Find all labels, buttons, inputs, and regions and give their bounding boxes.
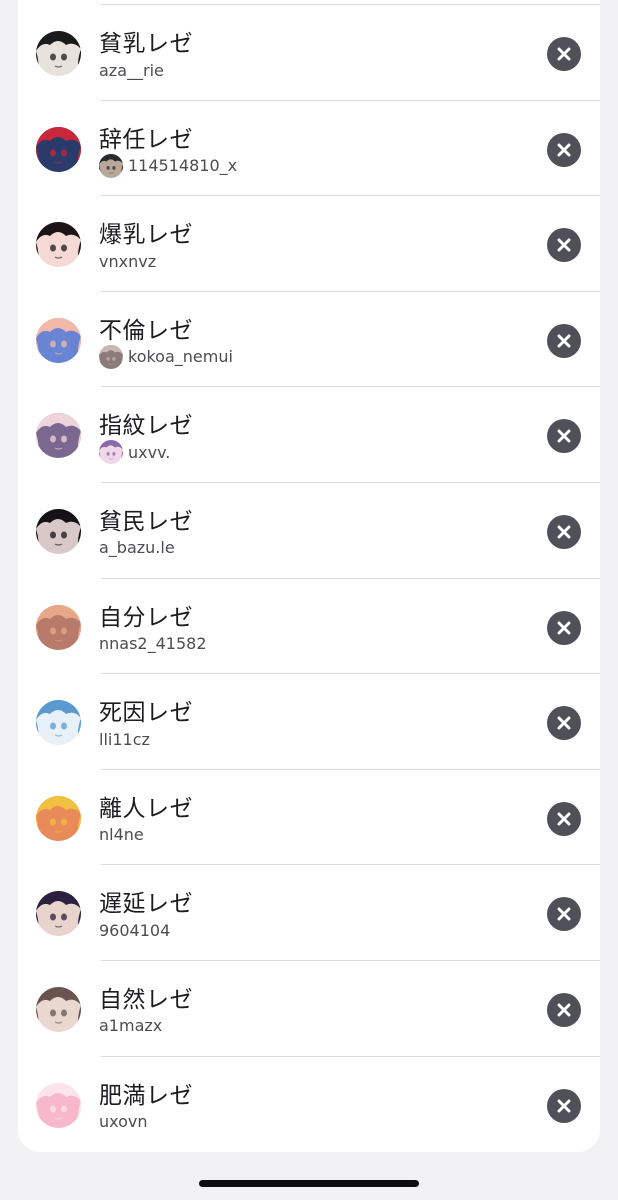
list-item[interactable]: 離人レゼ nl4ne <box>18 770 600 866</box>
display-name: 不倫レゼ <box>99 317 193 344</box>
home-indicator[interactable] <box>199 1180 419 1187</box>
display-name: 貧乳レゼ <box>99 31 193 57</box>
remove-button[interactable] <box>547 132 581 167</box>
username-line: vnxnvz <box>99 250 156 272</box>
remove-button[interactable] <box>547 514 581 549</box>
display-name: 遅延レゼ <box>99 891 193 918</box>
display-name: 指紋レゼ <box>99 413 193 440</box>
username: uxvv. <box>128 442 171 462</box>
remove-button[interactable] <box>547 897 581 932</box>
close-icon <box>557 429 571 443</box>
remove-button[interactable] <box>547 37 581 71</box>
username-line: uxovn <box>99 1111 148 1133</box>
username: kokoa_nemui <box>128 347 233 367</box>
remove-button[interactable] <box>547 1088 581 1123</box>
username-line: nnas2_41582 <box>99 633 207 655</box>
list-item[interactable]: 指紋レゼ uxvv. <box>18 387 600 483</box>
blocked-users-list-card: 貧乳レゼ aza__rie 辞任レゼ 114514810_x 爆乳レゼ vnxnvz 不倫レ… <box>18 0 600 1152</box>
avatar[interactable] <box>36 413 81 459</box>
avatar[interactable] <box>36 891 81 937</box>
user-list: 貧乳レゼ aza__rie 辞任レゼ 114514810_x 爆乳レゼ vnxnvz 不倫レ… <box>18 5 600 1152</box>
display-name: 死因レゼ <box>99 700 193 727</box>
avatar[interactable] <box>36 31 81 76</box>
remove-button[interactable] <box>547 323 581 358</box>
remove-button[interactable] <box>547 706 581 741</box>
username-line: uxvv. <box>99 440 171 465</box>
close-icon <box>557 143 571 157</box>
mini-avatar <box>99 153 123 178</box>
username-line: lli11cz <box>99 728 150 750</box>
username-line: 114514810_x <box>99 153 238 178</box>
close-icon <box>557 716 571 730</box>
list-item[interactable]: 死因レゼ lli11cz <box>18 674 600 770</box>
display-name: 離人レゼ <box>99 795 193 822</box>
list-item[interactable]: 自然レゼ a1mazx <box>18 961 600 1057</box>
username-line: kokoa_nemui <box>99 344 233 369</box>
username-line: nl4ne <box>99 824 144 846</box>
list-item[interactable]: 貧民レゼ a_bazu.le <box>18 483 600 579</box>
username: aza__rie <box>99 60 164 80</box>
username: vnxnvz <box>99 251 157 271</box>
list-item[interactable]: 辞任レゼ 114514810_x <box>18 101 600 197</box>
display-name: 辞任レゼ <box>99 126 193 153</box>
avatar[interactable] <box>36 795 81 841</box>
username-line: 9604104 <box>99 919 170 941</box>
close-icon <box>557 621 571 635</box>
display-name: 爆乳レゼ <box>99 222 193 249</box>
remove-button[interactable] <box>547 419 581 454</box>
username: uxovn <box>99 1112 148 1132</box>
username: 9604104 <box>99 920 171 940</box>
close-icon <box>557 47 571 61</box>
list-item[interactable]: 爆乳レゼ vnxnvz <box>18 196 600 292</box>
display-name: 自分レゼ <box>99 604 193 631</box>
avatar[interactable] <box>36 986 81 1032</box>
avatar[interactable] <box>36 508 81 554</box>
username: a1mazx <box>99 1016 163 1036</box>
close-icon <box>557 812 571 826</box>
username-line: a_bazu.le <box>99 537 175 559</box>
username-line: aza__rie <box>99 59 164 81</box>
username: lli11cz <box>99 729 150 749</box>
close-icon <box>557 1003 571 1017</box>
avatar[interactable] <box>36 700 81 746</box>
avatar[interactable] <box>36 317 81 363</box>
list-item[interactable]: 貧乳レゼ aza__rie <box>18 5 600 101</box>
remove-button[interactable] <box>547 610 581 645</box>
remove-button[interactable] <box>547 801 581 836</box>
username: nnas2_41582 <box>99 634 207 654</box>
close-icon <box>557 907 571 921</box>
display-name: 肥満レゼ <box>99 1082 193 1109</box>
list-item[interactable]: 自分レゼ nnas2_41582 <box>18 579 600 675</box>
username: nl4ne <box>99 825 144 845</box>
mini-avatar <box>99 440 123 465</box>
username-line: a1mazx <box>99 1015 162 1037</box>
mini-avatar <box>99 344 123 369</box>
close-icon <box>557 1099 571 1113</box>
avatar[interactable] <box>36 604 81 650</box>
list-item[interactable]: 肥満レゼ uxovn <box>18 1057 600 1152</box>
display-name: 自然レゼ <box>99 986 193 1013</box>
avatar[interactable] <box>36 1082 81 1128</box>
avatar[interactable] <box>36 222 81 268</box>
avatar[interactable] <box>36 126 81 172</box>
remove-button[interactable] <box>547 992 581 1027</box>
close-icon <box>557 525 571 539</box>
username: 114514810_x <box>128 156 238 176</box>
close-icon <box>557 334 571 348</box>
username: a_bazu.le <box>99 538 175 558</box>
close-icon <box>557 238 571 252</box>
list-item[interactable]: 遅延レゼ 9604104 <box>18 865 600 961</box>
display-name: 貧民レゼ <box>99 508 193 535</box>
list-item[interactable]: 不倫レゼ kokoa_nemui <box>18 292 600 388</box>
remove-button[interactable] <box>547 228 581 263</box>
